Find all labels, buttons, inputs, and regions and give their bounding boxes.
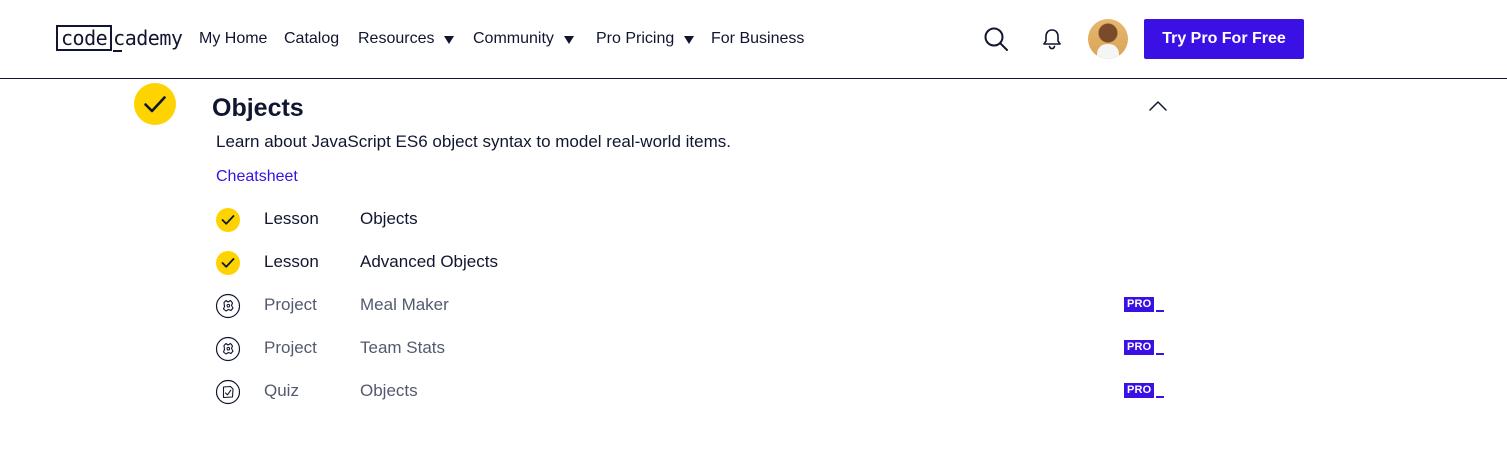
collapse-chevron-up-icon[interactable] xyxy=(1146,96,1170,116)
project-icon xyxy=(215,336,241,362)
module-title: Objects xyxy=(212,94,304,122)
nav-item-pro-pricing[interactable]: Pro Pricing xyxy=(596,28,695,50)
codecademy-logo[interactable]: code cademy xyxy=(56,24,183,52)
top-navigation-bar: code cademy My Home Catalog Resources Com… xyxy=(0,0,1507,79)
nav-item-resources[interactable]: Resources xyxy=(358,28,455,50)
user-avatar[interactable] xyxy=(1088,19,1128,59)
pro-badge-label: PRO xyxy=(1124,297,1155,312)
nav-item-label: Catalog xyxy=(284,30,340,47)
item-type: Lesson xyxy=(264,209,319,228)
module-item-row[interactable]: Project Meal Maker PRO xyxy=(214,290,1166,320)
nav-item-for-business[interactable]: For Business xyxy=(711,28,804,50)
caret-down-icon xyxy=(444,35,455,44)
pro-badge: PRO xyxy=(1124,340,1165,359)
try-pro-button[interactable]: Try Pro For Free xyxy=(1144,19,1304,59)
nav-item-my-home[interactable]: My Home xyxy=(199,28,267,50)
nav-item-label: My Home xyxy=(199,30,268,47)
item-name: Objects xyxy=(360,381,418,400)
module-item-row[interactable]: Quiz Objects PRO xyxy=(214,376,1166,406)
item-type: Project xyxy=(264,338,317,357)
item-name: Meal Maker xyxy=(360,295,449,314)
module-complete-check-icon xyxy=(134,83,176,125)
caret-down-icon xyxy=(563,35,574,44)
pro-badge: PRO xyxy=(1124,383,1165,402)
pro-badge: PRO xyxy=(1124,297,1165,316)
pro-badge-underscore xyxy=(1156,353,1165,355)
search-icon[interactable] xyxy=(983,26,1009,52)
nav-item-label: Community xyxy=(473,30,554,47)
pro-badge-label: PRO xyxy=(1124,383,1155,398)
cheatsheet-link[interactable]: Cheatsheet xyxy=(216,166,298,188)
module-item-row[interactable]: Project Team Stats PRO xyxy=(214,333,1166,363)
nav-item-catalog[interactable]: Catalog xyxy=(284,28,339,50)
module-item-row[interactable]: Lesson Advanced Objects xyxy=(214,247,1166,277)
module-item-row[interactable]: Lesson Objects xyxy=(214,204,1166,234)
nav-item-community[interactable]: Community xyxy=(473,28,574,50)
nav-item-label: Pro Pricing xyxy=(596,30,675,47)
bell-icon[interactable] xyxy=(1042,28,1062,50)
item-type: Quiz xyxy=(264,381,299,400)
item-type: Lesson xyxy=(264,252,319,271)
nav-item-label: Resources xyxy=(358,30,435,47)
check-icon xyxy=(215,207,241,233)
caret-down-icon xyxy=(684,35,695,44)
module-description: Learn about JavaScript ES6 object syntax… xyxy=(216,132,731,151)
item-type: Project xyxy=(264,295,317,314)
item-name: Advanced Objects xyxy=(360,252,498,271)
quiz-icon xyxy=(215,379,241,405)
logo-rest-text: cademy xyxy=(113,26,183,52)
pro-badge-underscore xyxy=(1156,310,1165,312)
pro-badge-underscore xyxy=(1156,396,1165,398)
item-name: Team Stats xyxy=(360,338,446,357)
avatar-shirt xyxy=(1097,44,1119,59)
logo-box-text: code xyxy=(56,25,113,51)
item-name: Objects xyxy=(360,209,418,228)
nav-item-label: For Business xyxy=(711,30,805,47)
pro-badge-label: PRO xyxy=(1124,340,1155,355)
project-icon xyxy=(215,293,241,319)
check-icon xyxy=(215,250,241,276)
